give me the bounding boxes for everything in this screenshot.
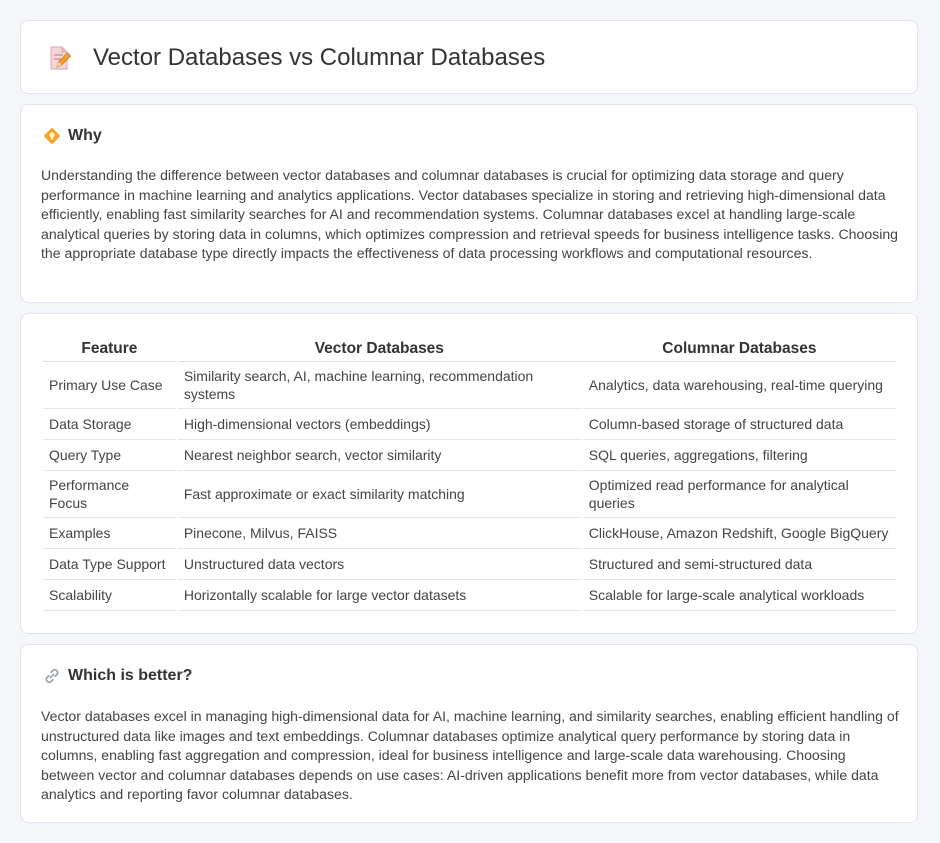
feature-cell: Data Type Support: [43, 549, 176, 580]
vector-cell: Unstructured data vectors: [177, 549, 581, 580]
table-row: Performance Focus Fast approximate or ex…: [43, 471, 896, 518]
page-title: Vector Databases vs Columnar Databases: [93, 44, 546, 71]
feature-cell: Examples: [43, 518, 176, 549]
why-body: Understanding the difference between vec…: [41, 167, 899, 261]
feature-cell: Performance Focus: [43, 471, 176, 518]
table-row: Primary Use Case Similarity search, AI, …: [43, 362, 896, 409]
columnar-cell: Optimized read performance for analytica…: [582, 471, 896, 518]
title-card: Vector Databases vs Columnar Databases: [20, 20, 918, 94]
which-is-better-section: Which is better? Vector databases excel …: [20, 644, 918, 823]
table-row: Examples Pinecone, Milvus, FAISS ClickHo…: [43, 518, 896, 549]
vector-cell: Pinecone, Milvus, FAISS: [177, 518, 581, 549]
vector-cell: Similarity search, AI, machine learning,…: [177, 362, 581, 409]
comparison-table-card: Feature Vector Databases Columnar Databa…: [20, 313, 918, 634]
document-pencil-icon: [50, 46, 71, 70]
table-row: Data Type Support Unstructured data vect…: [43, 549, 896, 580]
title-row: Vector Databases vs Columnar Databases: [47, 44, 545, 72]
table-header-row: Feature Vector Databases Columnar Databa…: [43, 334, 896, 362]
diamond-lightbulb-icon: [44, 128, 60, 144]
why-heading: Why: [43, 127, 102, 145]
feature-cell: Data Storage: [43, 409, 176, 440]
feature-cell: Primary Use Case: [43, 362, 176, 409]
table-row: Query Type Nearest neighbor search, vect…: [43, 440, 896, 471]
columnar-cell: Column-based storage of structured data: [582, 409, 896, 440]
link-icon: [45, 668, 59, 684]
why-section: Why Understanding the difference between…: [20, 104, 918, 303]
columnar-cell: Scalable for large-scale analytical work…: [582, 580, 896, 611]
columnar-cell: Analytics, data warehousing, real-time q…: [582, 362, 896, 409]
columnar-cell: Structured and semi-structured data: [582, 549, 896, 580]
feature-cell: Scalability: [43, 580, 176, 611]
better-title: Which is better?: [68, 667, 193, 684]
feature-cell: Query Type: [43, 440, 176, 471]
better-heading: Which is better?: [43, 667, 192, 685]
vector-cell: High-dimensional vectors (embeddings): [177, 409, 581, 440]
better-body: Vector databases excel in managing high-…: [41, 708, 899, 802]
table-row: Scalability Horizontally scalable for la…: [43, 580, 896, 611]
vector-cell: Fast approximate or exact similarity mat…: [177, 471, 581, 518]
why-title: Why: [68, 127, 102, 144]
header-vector-databases: Vector Databases: [177, 334, 581, 362]
table-row: Data Storage High-dimensional vectors (e…: [43, 409, 896, 440]
vector-cell: Nearest neighbor search, vector similari…: [177, 440, 581, 471]
header-columnar-databases: Columnar Databases: [582, 334, 896, 362]
vector-cell: Horizontally scalable for large vector d…: [177, 580, 581, 611]
columnar-cell: ClickHouse, Amazon Redshift, Google BigQ…: [582, 518, 896, 549]
comparison-table: Feature Vector Databases Columnar Databa…: [41, 334, 898, 611]
columnar-cell: SQL queries, aggregations, filtering: [582, 440, 896, 471]
header-feature: Feature: [43, 334, 176, 362]
